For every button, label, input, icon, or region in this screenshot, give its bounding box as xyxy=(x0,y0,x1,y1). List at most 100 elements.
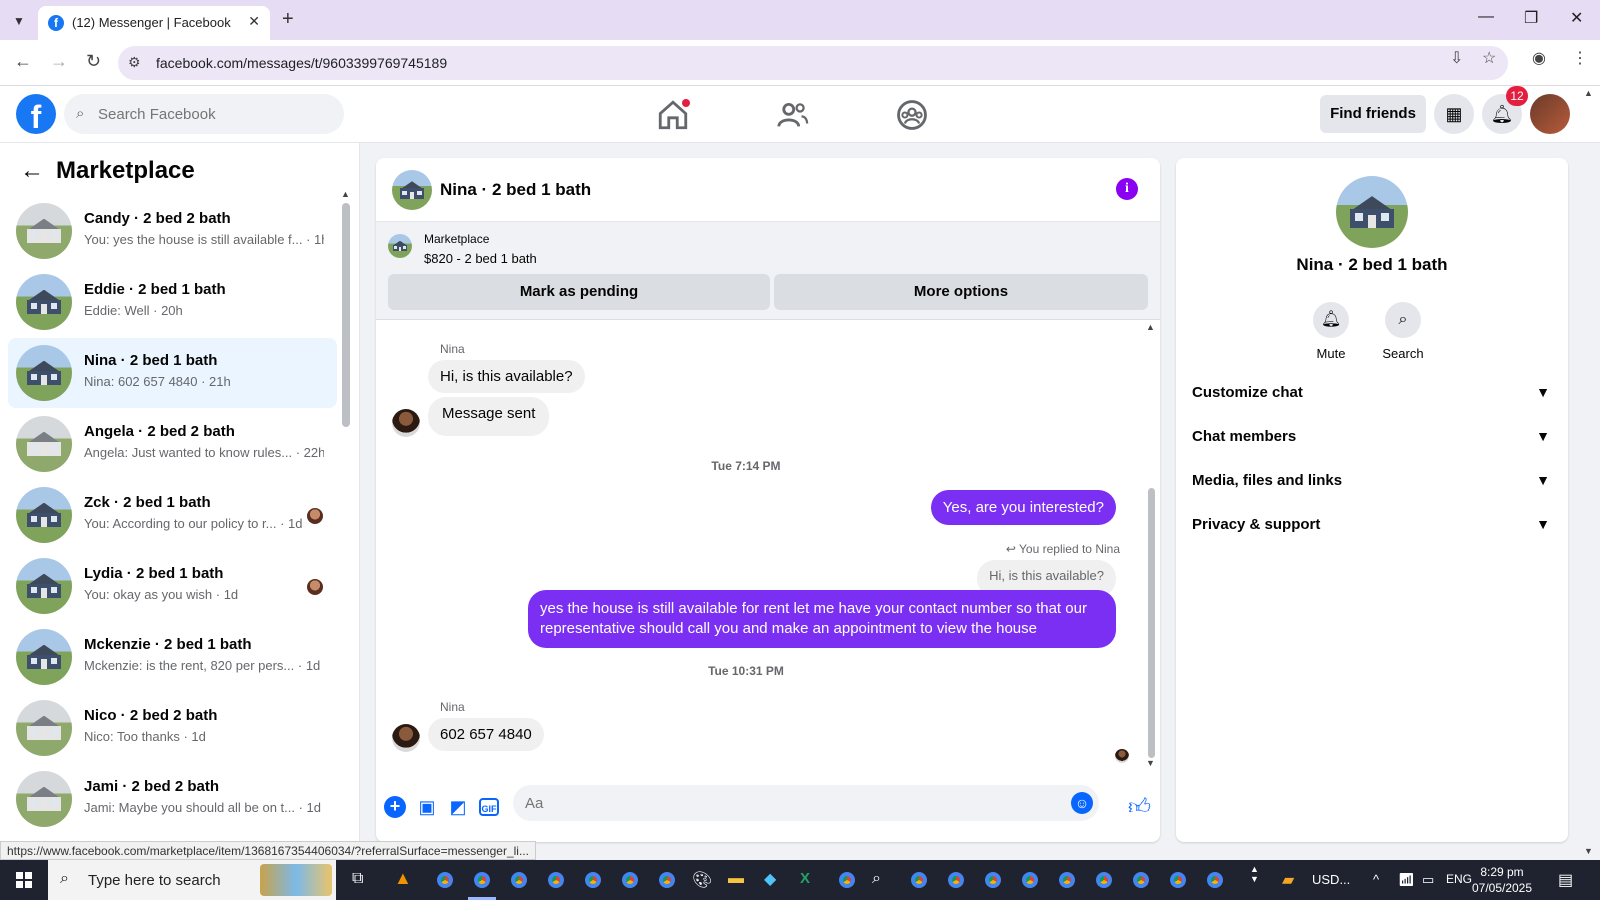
thumbs-up-icon[interactable]: 👍︎ xyxy=(1128,793,1151,820)
notification-center-icon[interactable]: ▤ xyxy=(1558,870,1573,890)
incoming-message[interactable]: Message sent xyxy=(428,397,550,436)
chrome-icon[interactable] xyxy=(945,869,967,891)
message-input-box[interactable]: ☺ xyxy=(513,785,1099,821)
chrome-icon[interactable] xyxy=(908,869,930,891)
chrome-icon[interactable] xyxy=(1204,869,1226,891)
chrome-icon[interactable] xyxy=(1167,869,1189,891)
taskbar-scroll-icon[interactable]: ▲ ▼ xyxy=(1250,864,1259,884)
gif-icon[interactable]: GIF xyxy=(479,798,499,816)
more-options-button[interactable]: More options xyxy=(774,274,1148,310)
chrome-icon[interactable] xyxy=(508,869,530,891)
tab-close-icon[interactable]: ✕ xyxy=(248,13,260,30)
tray-expand-icon[interactable]: ^ xyxy=(1373,872,1379,887)
conversation-item-active[interactable]: Nina · 2 bed 1 bath Nina: 602 657 4840 ·… xyxy=(8,338,337,408)
privacy-support-row[interactable]: Privacy & support ▼ xyxy=(1192,512,1552,540)
outgoing-message[interactable]: Yes, are you interested? xyxy=(930,490,1116,525)
left-scrollbar[interactable] xyxy=(342,203,350,427)
sender-avatar[interactable] xyxy=(392,724,420,752)
forward-icon[interactable]: → xyxy=(50,51,68,72)
clock[interactable]: 8:29 pm 07/05/2025 xyxy=(1462,864,1542,896)
listing-thumbnail[interactable] xyxy=(388,234,412,258)
facebook-search[interactable]: ⌕ xyxy=(64,94,344,134)
currency-widget-text[interactable]: USD... xyxy=(1312,872,1350,887)
currency-widget-icon[interactable]: ▰ xyxy=(1282,870,1294,890)
outgoing-message[interactable]: yes the house is still available for ren… xyxy=(528,590,1116,648)
chrome-icon[interactable] xyxy=(471,869,493,891)
sticker-icon[interactable]: ◩ xyxy=(447,796,469,818)
mute-button[interactable]: 🔔︎ Mute xyxy=(1296,302,1366,361)
browser-menu-icon[interactable]: ⋮ xyxy=(1572,48,1588,68)
incoming-message[interactable]: 602 657 4840 xyxy=(428,718,544,751)
chrome-icon[interactable] xyxy=(545,869,567,891)
minimize-icon[interactable]: — xyxy=(1478,8,1494,26)
menu-grid-icon[interactable]: ▦ xyxy=(1434,94,1474,134)
magnifier-icon[interactable]: ⌕ xyxy=(872,870,881,888)
scroll-up-arrow-icon[interactable]: ▲ xyxy=(341,189,350,199)
customize-chat-row[interactable]: Customize chat ▼ xyxy=(1192,380,1552,408)
excel-icon[interactable]: X xyxy=(800,870,810,887)
info-icon[interactable]: i xyxy=(1116,178,1138,200)
conversation-item[interactable]: Angela · 2 bed 2 bath Angela: Just wante… xyxy=(8,409,337,479)
browser-tab[interactable]: f (12) Messenger | Facebook ✕ xyxy=(38,6,270,40)
chat-title[interactable]: Nina · 2 bed 1 bath xyxy=(440,180,591,200)
conversation-item[interactable]: Mckenzie · 2 bed 1 bath Mckenzie: is the… xyxy=(8,622,337,692)
back-icon[interactable]: ← xyxy=(14,51,32,72)
conversation-item[interactable]: Jami · 2 bed 2 bath Jami: Maybe you shou… xyxy=(8,764,337,834)
listing-price[interactable]: $820 - 2 bed 1 bath xyxy=(424,251,537,266)
emoji-icon[interactable]: ☺ xyxy=(1071,792,1093,814)
chrome-icon[interactable] xyxy=(1056,869,1078,891)
chrome-icon[interactable] xyxy=(582,869,604,891)
chat-scrollbar[interactable] xyxy=(1148,488,1155,758)
wifi-icon[interactable]: 📶︎ xyxy=(1398,872,1415,888)
bookmark-star-icon[interactable]: ☆ xyxy=(1482,48,1496,68)
details-house-thumbnail[interactable] xyxy=(1336,176,1408,248)
incoming-message[interactable]: Hi, is this available? xyxy=(428,360,585,393)
paint-icon[interactable]: 🎨︎ xyxy=(692,870,712,890)
message-input[interactable] xyxy=(525,785,1045,821)
groups-icon[interactable] xyxy=(895,98,929,132)
photo-icon[interactable]: ▣ xyxy=(416,796,438,818)
facebook-logo-icon[interactable]: f xyxy=(16,94,56,134)
chrome-icon[interactable] xyxy=(656,869,678,891)
chrome-icon[interactable] xyxy=(836,869,858,891)
mark-as-pending-button[interactable]: Mark as pending xyxy=(388,274,770,310)
back-arrow-icon[interactable]: ← xyxy=(20,157,44,185)
file-explorer-icon[interactable]: ▬ xyxy=(728,870,744,888)
find-friends-button[interactable]: Find friends xyxy=(1320,95,1426,133)
facebook-search-input[interactable] xyxy=(98,94,328,134)
bell-icon[interactable]: 🔔︎ xyxy=(1313,302,1349,338)
battery-icon[interactable]: ▭ xyxy=(1422,872,1434,888)
plus-icon[interactable]: + xyxy=(384,796,406,818)
task-view-icon[interactable]: ⧉ xyxy=(352,870,363,888)
conversation-item[interactable]: Eddie · 2 bed 1 bath Eddie: Well · 20h xyxy=(8,267,337,337)
media-files-links-row[interactable]: Media, files and links ▼ xyxy=(1192,468,1552,496)
page-scroll-down-icon[interactable]: ▼ xyxy=(1584,846,1593,856)
search-icon[interactable]: ⌕ xyxy=(1385,302,1421,338)
tab-list-chevron-icon[interactable]: ▼ xyxy=(8,10,30,32)
chrome-icon[interactable] xyxy=(1130,869,1152,891)
url-text[interactable]: facebook.com/messages/t/9603399769745189 xyxy=(156,55,447,71)
chrome-icon[interactable] xyxy=(1093,869,1115,891)
chrome-icon[interactable] xyxy=(1019,869,1041,891)
window-close-icon[interactable]: ✕ xyxy=(1570,8,1583,28)
conversation-item[interactable]: Nico · 2 bed 2 bath Nico: Too thanks · 1… xyxy=(8,693,337,763)
scroll-up-arrow-icon[interactable]: ▲ xyxy=(1146,322,1155,332)
restore-icon[interactable]: ❐ xyxy=(1524,8,1538,28)
chrome-icon[interactable] xyxy=(982,869,1004,891)
taskbar-search[interactable]: ⌕ Type here to search xyxy=(48,860,336,900)
account-avatar[interactable] xyxy=(1530,94,1570,134)
new-tab-icon[interactable]: + xyxy=(282,8,294,31)
vlc-icon[interactable]: ▲ xyxy=(394,868,412,889)
friends-icon[interactable] xyxy=(776,98,810,132)
conversation-item[interactable]: Candy · 2 bed 2 bath You: yes the house … xyxy=(8,196,337,266)
copilot-icon[interactable]: ◆ xyxy=(764,869,776,889)
conversation-item[interactable]: Zck · 2 bed 1 bath You: According to our… xyxy=(8,480,337,550)
page-scroll-up-icon[interactable]: ▲ xyxy=(1584,88,1593,98)
site-info-icon[interactable]: ⚙ xyxy=(128,54,141,71)
reload-icon[interactable]: ↻ xyxy=(86,51,101,72)
sender-avatar[interactable] xyxy=(392,409,420,437)
conversation-item[interactable]: Lydia · 2 bed 1 bath You: okay as you wi… xyxy=(8,551,337,621)
chrome-icon[interactable] xyxy=(434,869,456,891)
install-app-icon[interactable]: ⇩ xyxy=(1450,48,1463,68)
chat-house-thumbnail[interactable] xyxy=(392,170,432,210)
